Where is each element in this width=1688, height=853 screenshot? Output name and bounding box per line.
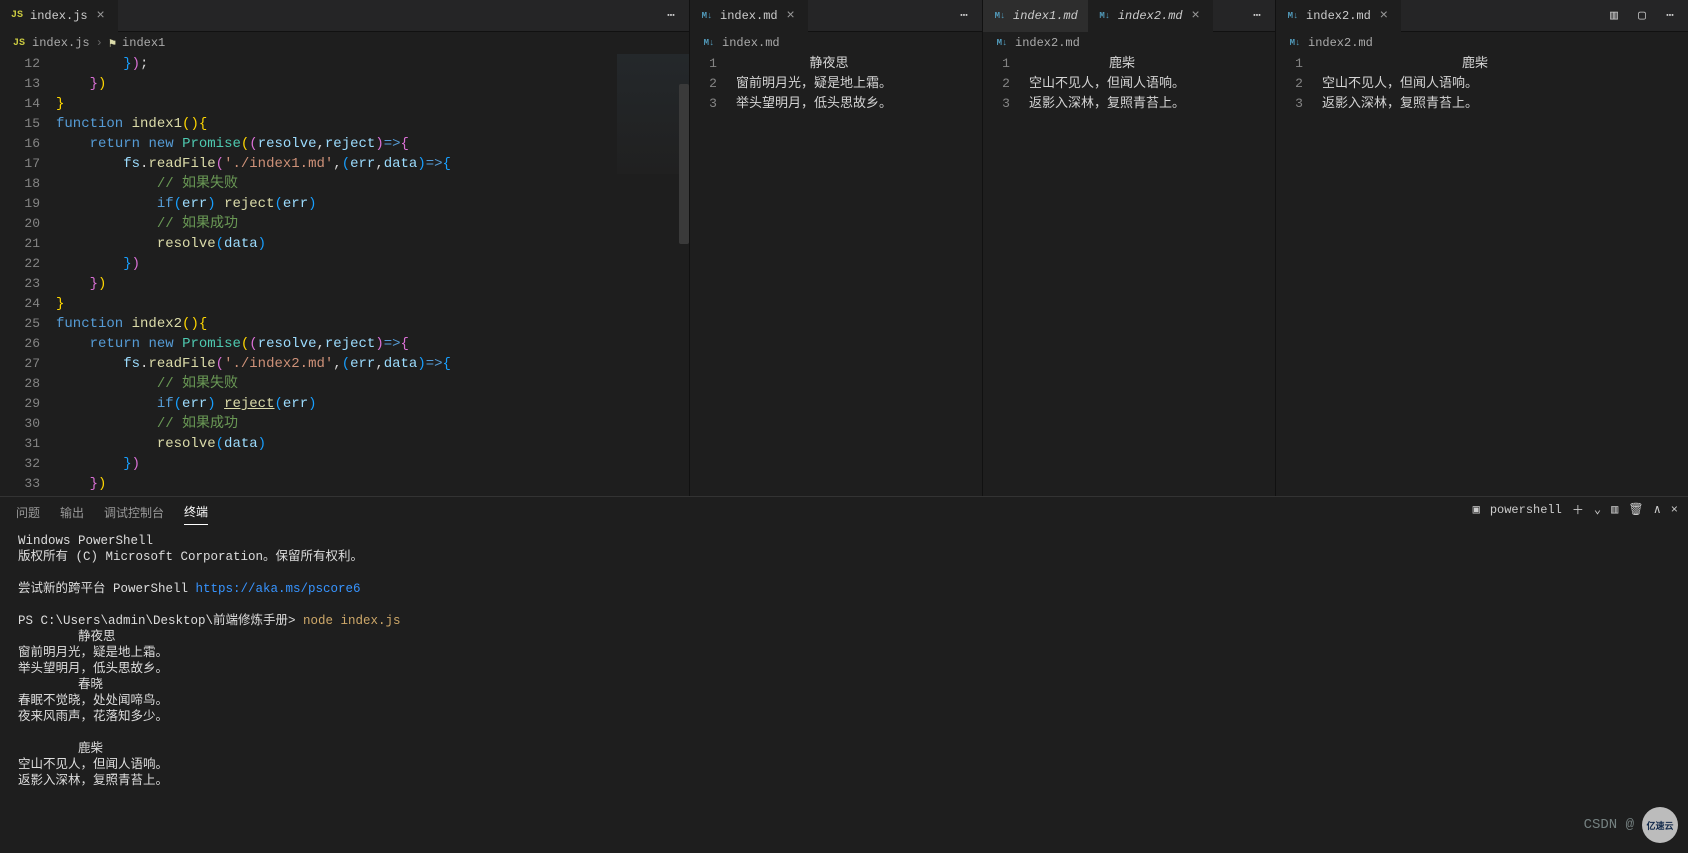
terminal-icon: ▣ <box>1473 502 1480 517</box>
code-editor[interactable]: 1213141516171819202122232425262728293031… <box>0 54 689 496</box>
md-file-icon: M↓ <box>1288 36 1302 50</box>
editor-group-2: M↓ index.md × ⋯ M↓ index.md 123 静夜思窗前明月光… <box>690 0 983 496</box>
editor-group-1: JS index.js × ⋯ JS index.js › ⚑ index1 1… <box>0 0 690 496</box>
line-gutter: 123 <box>983 54 1029 496</box>
plus-icon[interactable]: ＋ <box>1572 501 1584 518</box>
editor-groups: JS index.js × ⋯ JS index.js › ⚑ index1 1… <box>0 0 1688 496</box>
md-editor[interactable]: 123 静夜思窗前明月光，疑是地上霜。举头望明月，低头思故乡。 <box>690 54 982 496</box>
function-symbol-icon: ⚑ <box>109 36 116 51</box>
md-file-icon: M↓ <box>700 9 714 23</box>
breadcrumb[interactable]: JS index.js › ⚑ index1 <box>0 32 689 54</box>
tab-index2-md[interactable]: M↓ index2.md × <box>1276 0 1401 32</box>
tab-label: index2.md <box>1306 9 1371 23</box>
panel-tab-1[interactable]: 输出 <box>60 500 84 525</box>
csdn-text: CSDN @ <box>1584 817 1634 833</box>
tabbar-g3: M↓ index1.md M↓ index2.md × ⋯ <box>983 0 1275 32</box>
tab-label: index.js <box>30 9 88 23</box>
panel-tabs: 问题输出调试控制台终端 <box>0 497 1688 527</box>
tab-index1-md[interactable]: M↓ index1.md <box>983 0 1088 32</box>
bottom-panel: 问题输出调试控制台终端 ▣ powershell ＋ ⌄ ▥ 🗑 ∧ × Win… <box>0 496 1688 853</box>
more-icon[interactable]: ⋯ <box>1660 6 1680 26</box>
more-icon[interactable]: ⋯ <box>661 6 681 26</box>
split-terminal-icon[interactable]: ▥ <box>1611 502 1618 517</box>
md-text[interactable]: 鹿柴空山不见人，但闻人语响。返影入深林，复照青苔上。 <box>1029 54 1275 496</box>
editor-group-4: M↓ index2.md × ▥ ▢ ⋯ M↓ index2.md 123 鹿柴… <box>1276 0 1688 496</box>
bc-file: index2.md <box>1015 36 1080 50</box>
close-icon[interactable]: × <box>784 9 798 23</box>
chevron-right-icon: › <box>96 36 103 50</box>
md-editor[interactable]: 123 鹿柴空山不见人，但闻人语响。返影入深林，复照青苔上。 <box>983 54 1275 496</box>
line-gutter: 123 <box>690 54 736 496</box>
md-file-icon: M↓ <box>1098 9 1112 23</box>
panel-tab-2[interactable]: 调试控制台 <box>104 500 164 525</box>
bc-file: index.js <box>32 36 90 50</box>
breadcrumb[interactable]: M↓ index.md <box>690 32 982 54</box>
tab-label: index2.md <box>1118 9 1183 23</box>
panel-tab-3[interactable]: 终端 <box>184 499 208 525</box>
breadcrumb[interactable]: M↓ index2.md <box>1276 32 1688 54</box>
terminal-body[interactable]: Windows PowerShell 版权所有 (C) Microsoft Co… <box>0 527 1688 795</box>
close-icon[interactable]: × <box>1189 9 1203 23</box>
tab-label: index.md <box>720 9 778 23</box>
layout-icon[interactable]: ▢ <box>1632 6 1652 26</box>
tab-index-md[interactable]: M↓ index.md × <box>690 0 808 32</box>
bc-file: index.md <box>722 36 780 50</box>
tabbar-g4: M↓ index2.md × ▥ ▢ ⋯ <box>1276 0 1688 32</box>
panel-actions: ▣ powershell ＋ ⌄ ▥ 🗑 ∧ × <box>1473 501 1678 518</box>
watermark: CSDN @ 亿速云 <box>1584 807 1678 843</box>
scrollbar-v[interactable] <box>679 84 689 244</box>
more-icon[interactable]: ⋯ <box>954 6 974 26</box>
md-text[interactable]: 鹿柴空山不见人，但闻人语响。返影入深林，复照青苔上。 <box>1322 54 1688 496</box>
trash-icon[interactable]: 🗑 <box>1628 502 1643 517</box>
md-file-icon: M↓ <box>993 9 1007 23</box>
md-editor[interactable]: 123 鹿柴空山不见人，但闻人语响。返影入深林，复照青苔上。 <box>1276 54 1688 496</box>
bc-file: index2.md <box>1308 36 1373 50</box>
js-file-icon: JS <box>10 9 24 23</box>
close-icon[interactable]: × <box>94 9 108 23</box>
split-icon[interactable]: ▥ <box>1604 6 1624 26</box>
chevron-down-icon[interactable]: ⌄ <box>1594 502 1601 517</box>
tab-index2-md[interactable]: M↓ index2.md × <box>1088 0 1213 32</box>
logo-icon: 亿速云 <box>1642 807 1678 843</box>
md-file-icon: M↓ <box>995 36 1009 50</box>
tab-label: index1.md <box>1013 9 1078 23</box>
bc-symbol: index1 <box>122 36 165 50</box>
tab-actions: ▥ ▢ ⋯ <box>1596 6 1688 26</box>
js-file-icon: JS <box>12 36 26 50</box>
tabbar-g2: M↓ index.md × ⋯ <box>690 0 982 32</box>
breadcrumb[interactable]: M↓ index2.md <box>983 32 1275 54</box>
tab-actions: ⋯ <box>653 6 689 26</box>
line-gutter: 123 <box>1276 54 1322 496</box>
code-area[interactable]: }); })}function index1(){ return new Pro… <box>56 54 689 496</box>
md-file-icon: M↓ <box>1286 9 1300 23</box>
maximize-icon[interactable]: ∧ <box>1654 502 1661 517</box>
editor-group-3: M↓ index1.md M↓ index2.md × ⋯ M↓ index2.… <box>983 0 1276 496</box>
shell-name[interactable]: powershell <box>1490 503 1562 517</box>
tabbar-g1: JS index.js × ⋯ <box>0 0 689 32</box>
panel-tab-0[interactable]: 问题 <box>16 500 40 525</box>
close-icon[interactable]: × <box>1377 9 1391 23</box>
line-gutter: 1213141516171819202122232425262728293031… <box>0 54 56 496</box>
md-text[interactable]: 静夜思窗前明月光，疑是地上霜。举头望明月，低头思故乡。 <box>736 54 982 496</box>
close-panel-icon[interactable]: × <box>1671 503 1678 517</box>
md-file-icon: M↓ <box>702 36 716 50</box>
tab-index-js[interactable]: JS index.js × <box>0 0 118 32</box>
more-icon[interactable]: ⋯ <box>1247 6 1267 26</box>
